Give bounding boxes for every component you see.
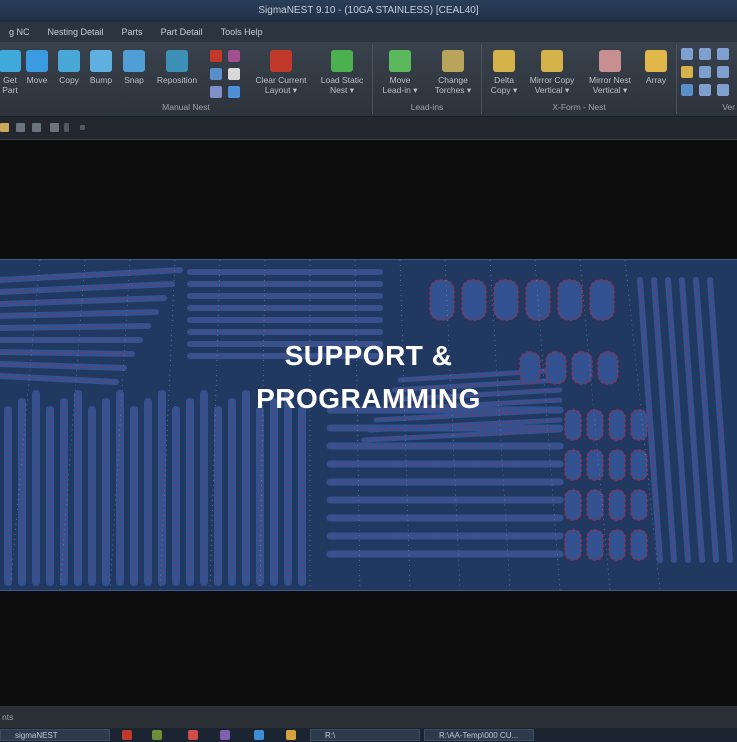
copy-icon	[58, 50, 80, 72]
quick-access-toolbar	[0, 117, 737, 140]
ribbon: Get Part Move Copy Bump Snap Reposition	[0, 42, 737, 117]
move-lead-in-button[interactable]: Move Lead-in ▾	[377, 50, 423, 95]
nested-parts-drawing	[0, 260, 737, 590]
clear-current-layout-button[interactable]: Clear Current Layout ▾	[250, 50, 312, 95]
quick-tool-2-icon[interactable]	[16, 123, 25, 132]
taskbar-item-aa-temp[interactable]: R:\AA-Temp\000 CU...	[424, 729, 534, 741]
tool-icon[interactable]	[228, 50, 240, 62]
target-icon[interactable]	[228, 68, 240, 80]
taskbar-item-r-drive[interactable]: R:\	[310, 729, 420, 741]
delta-copy-button[interactable]: Delta Copy ▾	[486, 50, 522, 95]
snap-button[interactable]: Snap	[119, 50, 149, 85]
nest-sheet[interactable]	[0, 259, 737, 591]
group-label-vertex: Ver	[722, 102, 735, 112]
delta-copy-icon	[493, 50, 515, 72]
clear-layout-icon	[270, 50, 292, 72]
bump-icon	[90, 50, 112, 72]
load-static-nest-button[interactable]: Load Static Nest ▾	[314, 50, 370, 95]
taskbar-item-sigmanest[interactable]: sigmaNEST	[0, 729, 110, 741]
ribbon-group-manual-nest: Get Part Move Copy Bump Snap Reposition	[0, 44, 373, 114]
menu-tools-help[interactable]: Tools Help	[212, 27, 272, 37]
bump-button[interactable]: Bump	[86, 50, 116, 85]
vertex-tool-4-icon[interactable]	[681, 66, 693, 78]
window-title-bar: SigmaNEST 9.10 - (10GA STAINLESS) [CEAL4…	[0, 0, 737, 22]
app-icon-3[interactable]	[188, 730, 198, 740]
ribbon-group-vertex: Ver	[677, 44, 737, 114]
vertex-tool-3-icon[interactable]	[717, 48, 729, 60]
array-icon	[645, 50, 667, 72]
ie-icon[interactable]	[254, 730, 264, 740]
menu-part-detail[interactable]: Part Detail	[152, 27, 212, 37]
ribbon-group-xform-nest: Delta Copy ▾ Mirror Copy Vertical ▾ Mirr…	[482, 44, 677, 114]
status-text: nts	[2, 712, 14, 722]
vertex-tool-6-icon[interactable]	[717, 66, 729, 78]
app-icon-1[interactable]	[122, 730, 132, 740]
snap-icon	[123, 50, 145, 72]
status-bar: nts	[0, 706, 737, 728]
reposition-icon	[166, 50, 188, 72]
menu-nc[interactable]: g NC	[0, 27, 39, 37]
array-button[interactable]: Array	[640, 50, 672, 85]
change-torches-icon	[442, 50, 464, 72]
mirror-nest-vertical-icon	[599, 50, 621, 72]
quick-dropdown-icon[interactable]	[64, 123, 69, 132]
ribbon-group-lead-ins: Move Lead-in ▾ Change Torches ▾ Lead-ins	[373, 44, 482, 114]
vertex-tool-5-icon[interactable]	[699, 66, 711, 78]
get-part-icon	[0, 50, 21, 72]
group-label-lead-ins: Lead-ins	[410, 102, 444, 112]
quick-customize-icon[interactable]	[80, 125, 85, 130]
copy-button[interactable]: Copy	[54, 50, 84, 85]
mirror-nest-vertical-button[interactable]: Mirror Nest Vertical ▾	[582, 50, 638, 95]
vertex-tool-8-icon[interactable]	[699, 84, 711, 96]
app-icon-2[interactable]	[152, 730, 162, 740]
group-label-manual-nest: Manual Nest	[162, 102, 210, 112]
menu-nesting-detail[interactable]: Nesting Detail	[39, 27, 113, 37]
title-line-1: SUPPORT &	[284, 340, 453, 371]
window-title: SigmaNEST 9.10 - (10GA STAINLESS) [CEAL4…	[258, 5, 479, 16]
change-torches-button[interactable]: Change Torches ▾	[429, 50, 477, 95]
vertex-tool-2-icon[interactable]	[699, 48, 711, 60]
reposition-button[interactable]: Reposition	[152, 50, 202, 85]
group-icon[interactable]	[210, 86, 222, 98]
undo-icon[interactable]	[228, 86, 240, 98]
move-lead-in-icon	[389, 50, 411, 72]
vertex-tool-1-icon[interactable]	[681, 48, 693, 60]
get-part-button[interactable]: Get Part	[0, 50, 24, 95]
rotate-icon[interactable]	[210, 68, 222, 80]
nest-shade-overlay	[0, 260, 737, 590]
app-icon-4[interactable]	[220, 730, 230, 740]
title-line-2: PROGRAMMING	[256, 383, 481, 414]
move-button[interactable]: Move	[22, 50, 52, 85]
taskbar: sigmaNEST R:\ R:\AA-Temp\000 CU...	[0, 728, 737, 742]
quick-tool-1-icon[interactable]	[0, 123, 9, 132]
quick-tool-3-icon[interactable]	[32, 123, 41, 132]
mirror-copy-vertical-button[interactable]: Mirror Copy Vertical ▾	[524, 50, 580, 95]
load-static-nest-icon	[331, 50, 353, 72]
menu-parts[interactable]: Parts	[113, 27, 152, 37]
support-programming-title: SUPPORT & PROGRAMMING	[0, 334, 737, 420]
quick-tool-4-icon[interactable]	[50, 123, 59, 132]
chrome-icon[interactable]	[286, 730, 296, 740]
pin-icon[interactable]	[210, 50, 222, 62]
menu-bar: g NC Nesting Detail Parts Part Detail To…	[0, 22, 737, 42]
mirror-copy-vertical-icon	[541, 50, 563, 72]
vertex-tool-7-icon[interactable]	[681, 84, 693, 96]
move-icon	[26, 50, 48, 72]
group-label-xform-nest: X-Form - Nest	[552, 102, 606, 112]
vertex-tool-9-icon[interactable]	[717, 84, 729, 96]
canvas-area[interactable]: SUPPORT & PROGRAMMING	[0, 140, 737, 706]
